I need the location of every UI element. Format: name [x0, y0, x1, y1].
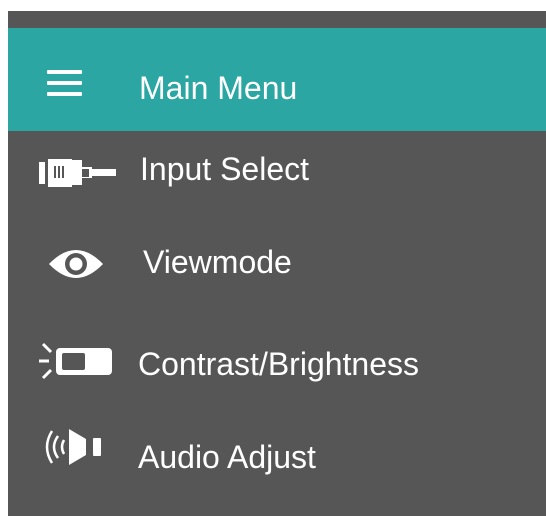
menu-item-label: Audio Adjust [138, 439, 316, 475]
menu-item-input-select[interactable]: Input Select [8, 131, 546, 211]
input-connector-icon [39, 159, 116, 187]
hamburger-menu-icon [47, 70, 82, 97]
menu-item-label: Input Select [140, 151, 309, 187]
menu-item-label: Viewmode [143, 244, 292, 280]
osd-main-menu-panel: Main Menu Input Select Viewmode Contrast… [8, 11, 546, 516]
speaker-icon [45, 429, 101, 465]
eye-icon [49, 250, 103, 278]
menu-item-label: Contrast/Brightness [138, 346, 420, 382]
menu-item-contrast-brightness[interactable]: Contrast/Brightness [8, 316, 546, 396]
main-menu-header[interactable]: Main Menu [8, 28, 546, 131]
menu-item-audio-adjust[interactable]: Audio Adjust [8, 409, 546, 489]
contrast-brightness-icon [39, 342, 112, 380]
main-menu-title: Main Menu [139, 70, 298, 106]
menu-item-viewmode[interactable]: Viewmode [8, 226, 546, 306]
